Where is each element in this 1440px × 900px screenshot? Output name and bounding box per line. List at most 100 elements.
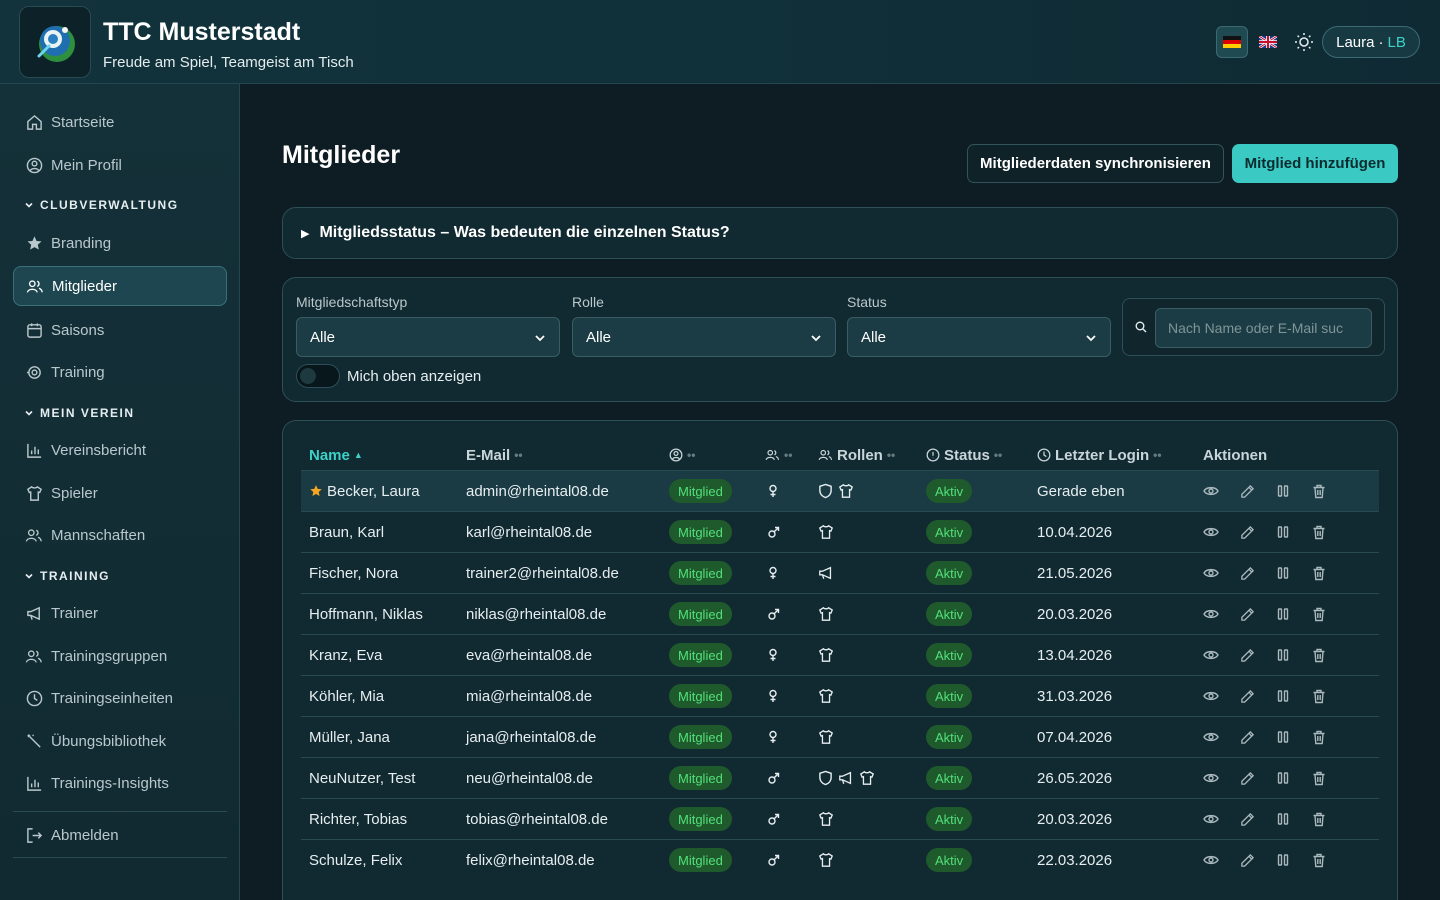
- sidebar-item-startseite[interactable]: Startseite: [13, 102, 227, 142]
- theme-toggle-button[interactable]: [1290, 28, 1318, 56]
- view-icon[interactable]: [1201, 481, 1221, 501]
- table-row[interactable]: Braun, Karl karl@rheintal08.de Mitglied Akt…: [301, 511, 1379, 552]
- sidebar-item-abmelden[interactable]: Abmelden: [13, 815, 227, 855]
- pause-icon[interactable]: [1273, 686, 1293, 706]
- view-icon[interactable]: [1201, 604, 1221, 624]
- role-value: Alle: [586, 328, 612, 346]
- status-select[interactable]: Alle: [847, 317, 1111, 357]
- cell-gender: [767, 512, 780, 552]
- view-icon[interactable]: [1201, 768, 1221, 788]
- add-member-button[interactable]: Mitglied hinzufügen: [1232, 144, 1398, 183]
- status-info-accordion[interactable]: ▶ Mitgliedsstatus – Was bedeuten die ein…: [282, 207, 1398, 259]
- delete-icon[interactable]: [1309, 563, 1329, 583]
- view-icon[interactable]: [1201, 727, 1221, 747]
- sidebar-item-label: Trainings-Insights: [51, 774, 169, 792]
- section-mein-verein-toggle[interactable]: MEIN VEREIN: [24, 406, 135, 420]
- edit-icon[interactable]: [1237, 850, 1257, 870]
- edit-icon[interactable]: [1237, 604, 1257, 624]
- delete-icon[interactable]: [1309, 522, 1329, 542]
- pause-icon[interactable]: [1273, 809, 1293, 829]
- pause-icon[interactable]: [1273, 563, 1293, 583]
- table-row[interactable]: Kranz, Eva eva@rheintal08.de Mitglied Aktiv…: [301, 634, 1379, 675]
- table-row[interactable]: Becker, Laura admin@rheintal08.de Mitglied…: [301, 470, 1379, 511]
- sidebar-item-uebungsbibliothek[interactable]: Übungsbibliothek: [13, 721, 227, 761]
- delete-icon[interactable]: [1309, 768, 1329, 788]
- sidebar-item-trainingsgruppen[interactable]: Trainingsgruppen: [13, 636, 227, 676]
- pause-icon[interactable]: [1273, 850, 1293, 870]
- cell-actions: [1201, 717, 1345, 757]
- column-header-name[interactable]: Name ▲: [309, 445, 363, 465]
- cell-actions: [1201, 471, 1345, 511]
- table-row[interactable]: Hoffmann, Niklas niklas@rheintal08.de Mitg…: [301, 593, 1379, 634]
- sync-members-button[interactable]: Mitgliederdaten synchronisieren: [967, 144, 1224, 183]
- sidebar-item-spieler[interactable]: Spieler: [13, 473, 227, 513]
- sidebar-item-mitglieder[interactable]: Mitglieder: [13, 266, 227, 306]
- pause-icon[interactable]: [1273, 645, 1293, 665]
- table-row[interactable]: Köhler, Mia mia@rheintal08.de Mitglied Akti…: [301, 675, 1379, 716]
- role-select[interactable]: Alle: [572, 317, 836, 357]
- delete-icon[interactable]: [1309, 481, 1329, 501]
- pause-icon[interactable]: [1273, 481, 1293, 501]
- pause-icon[interactable]: [1273, 604, 1293, 624]
- view-icon[interactable]: [1201, 563, 1221, 583]
- column-header-type[interactable]: ••: [669, 445, 695, 465]
- chevron-down-icon: [24, 408, 34, 418]
- edit-icon[interactable]: [1237, 563, 1257, 583]
- view-icon[interactable]: [1201, 522, 1221, 542]
- view-icon[interactable]: [1201, 850, 1221, 870]
- view-icon[interactable]: [1201, 686, 1221, 706]
- membership-type-select[interactable]: Alle: [296, 317, 560, 357]
- language-de-button[interactable]: [1216, 26, 1248, 58]
- section-clubverwaltung-toggle[interactable]: CLUBVERWALTUNG: [24, 198, 179, 212]
- table-row[interactable]: NeuNutzer, Test neu@rheintal08.de Mitglied…: [301, 757, 1379, 798]
- view-icon[interactable]: [1201, 809, 1221, 829]
- sidebar-item-trainingseinheiten[interactable]: Trainingseinheiten: [13, 678, 227, 718]
- pause-icon[interactable]: [1273, 768, 1293, 788]
- user-menu-button[interactable]: Laura · LB: [1322, 26, 1420, 58]
- table-row[interactable]: Schulze, Felix felix@rheintal08.de Mitglie…: [301, 839, 1379, 880]
- edit-icon[interactable]: [1237, 522, 1257, 542]
- cell-actions: [1201, 512, 1345, 552]
- cell-actions: [1201, 553, 1345, 593]
- column-header-gender[interactable]: ••: [765, 445, 792, 465]
- language-en-button[interactable]: [1252, 26, 1284, 58]
- column-header-email[interactable]: E-Mail ••: [466, 445, 523, 465]
- sidebar-item-vereinsbericht[interactable]: Vereinsbericht: [13, 430, 227, 470]
- table-row[interactable]: Müller, Jana jana@rheintal08.de Mitglied Ak…: [301, 716, 1379, 757]
- pause-icon[interactable]: [1273, 727, 1293, 747]
- sidebar-item-training[interactable]: Training: [13, 352, 227, 392]
- column-header-last-login[interactable]: Letzter Login ••: [1037, 445, 1162, 465]
- table-row[interactable]: Richter, Tobias tobias@rheintal08.de Mitgl…: [301, 798, 1379, 839]
- edit-icon[interactable]: [1237, 481, 1257, 501]
- show-me-first-toggle[interactable]: [296, 364, 340, 388]
- column-header-roles[interactable]: Rollen ••: [818, 445, 895, 465]
- column-header-status[interactable]: Status ••: [926, 445, 1002, 465]
- edit-icon[interactable]: [1237, 727, 1257, 747]
- view-icon[interactable]: [1201, 645, 1221, 665]
- delete-icon[interactable]: [1309, 727, 1329, 747]
- delete-icon[interactable]: [1309, 645, 1329, 665]
- delete-icon[interactable]: [1309, 604, 1329, 624]
- cell-roles: [818, 758, 875, 798]
- delete-icon[interactable]: [1309, 809, 1329, 829]
- delete-icon[interactable]: [1309, 850, 1329, 870]
- pause-icon[interactable]: [1273, 522, 1293, 542]
- sidebar-item-mein-profil[interactable]: Mein Profil: [13, 145, 227, 185]
- sidebar-item-mannschaften[interactable]: Mannschaften: [13, 515, 227, 555]
- sidebar-item-trainings-insights[interactable]: Trainings-Insights: [13, 763, 227, 803]
- edit-icon[interactable]: [1237, 809, 1257, 829]
- status-badge: Aktiv: [926, 520, 973, 544]
- cell-type: Mitglied: [669, 512, 732, 552]
- table-row[interactable]: Fischer, Nora trainer2@rheintal08.de Mitgl…: [301, 552, 1379, 593]
- edit-icon[interactable]: [1237, 686, 1257, 706]
- sidebar-item-saisons[interactable]: Saisons: [13, 310, 227, 350]
- sidebar-item-branding[interactable]: Branding: [13, 223, 227, 263]
- club-logo[interactable]: [19, 6, 91, 78]
- member-email: mia@rheintal08.de: [466, 687, 593, 705]
- sidebar-item-trainer[interactable]: Trainer: [13, 593, 227, 633]
- edit-icon[interactable]: [1237, 768, 1257, 788]
- section-training-toggle[interactable]: TRAINING: [24, 569, 110, 583]
- delete-icon[interactable]: [1309, 686, 1329, 706]
- edit-icon[interactable]: [1237, 645, 1257, 665]
- search-input[interactable]: [1155, 308, 1372, 348]
